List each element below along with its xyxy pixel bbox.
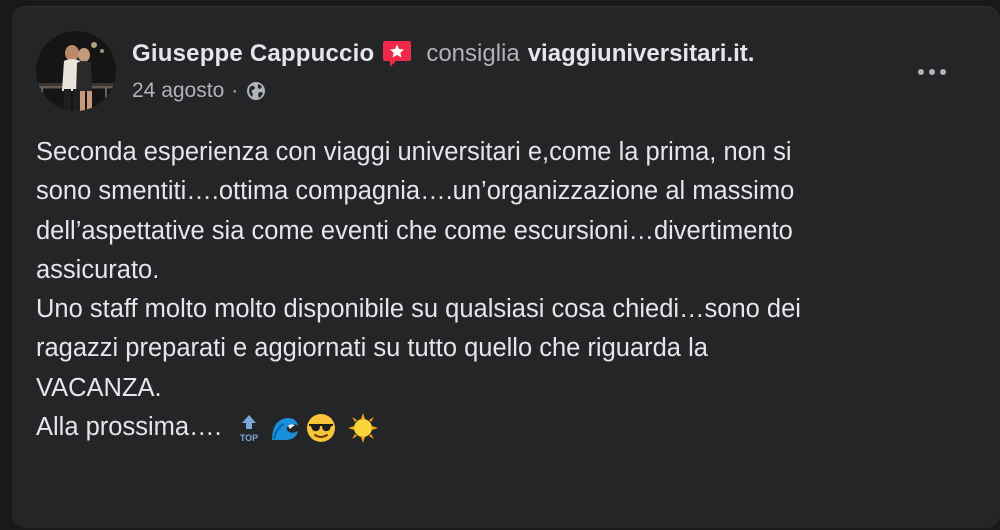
post-date[interactable]: 24 agosto [132, 79, 224, 103]
closing-emojis: TOP [233, 412, 379, 444]
post-header: Giuseppe Cappuccio consiglia viaggiunive… [132, 37, 754, 71]
more-options-icon [918, 69, 924, 75]
globe-icon [245, 80, 267, 102]
post-closing-line: Alla prossima…. TOP [36, 408, 986, 447]
post-text-line: ragazzi preparati e aggiornati su tutto … [36, 334, 708, 363]
post-meta: 24 agosto · [132, 79, 267, 103]
top-arrow-emoji: TOP [233, 412, 265, 444]
post-text-line: VACANZA. [36, 373, 162, 402]
review-post-card: Giuseppe Cappuccio consiglia viaggiunive… [12, 6, 1000, 528]
sunglasses-emoji [305, 412, 337, 444]
recommend-badge-icon [382, 39, 412, 69]
post-text-line: dell’aspettative sia come eventi che com… [36, 216, 793, 245]
wave-emoji [269, 412, 301, 444]
post-text-line: Uno staff molto molto disponibile su qua… [36, 295, 801, 324]
post-text-line: assicurato. [36, 255, 160, 284]
sun-emoji [347, 412, 379, 444]
post-text-line: sono smentiti….ottima compagnia….un’orga… [36, 177, 795, 206]
svg-text:TOP: TOP [240, 433, 258, 443]
author-name[interactable]: Giuseppe Cappuccio [132, 40, 374, 68]
post-text: Seconda esperienza con viaggi universita… [36, 133, 986, 447]
avatar[interactable] [36, 31, 116, 111]
post-text-line: Seconda esperienza con viaggi universita… [36, 138, 792, 166]
closing-text: Alla prossima…. [36, 413, 222, 442]
recommends-label: consiglia [426, 40, 520, 67]
page-name-link[interactable]: viaggiuniversitari.it. [528, 40, 755, 68]
meta-separator: · [231, 79, 239, 102]
more-options-button[interactable] [908, 59, 956, 85]
